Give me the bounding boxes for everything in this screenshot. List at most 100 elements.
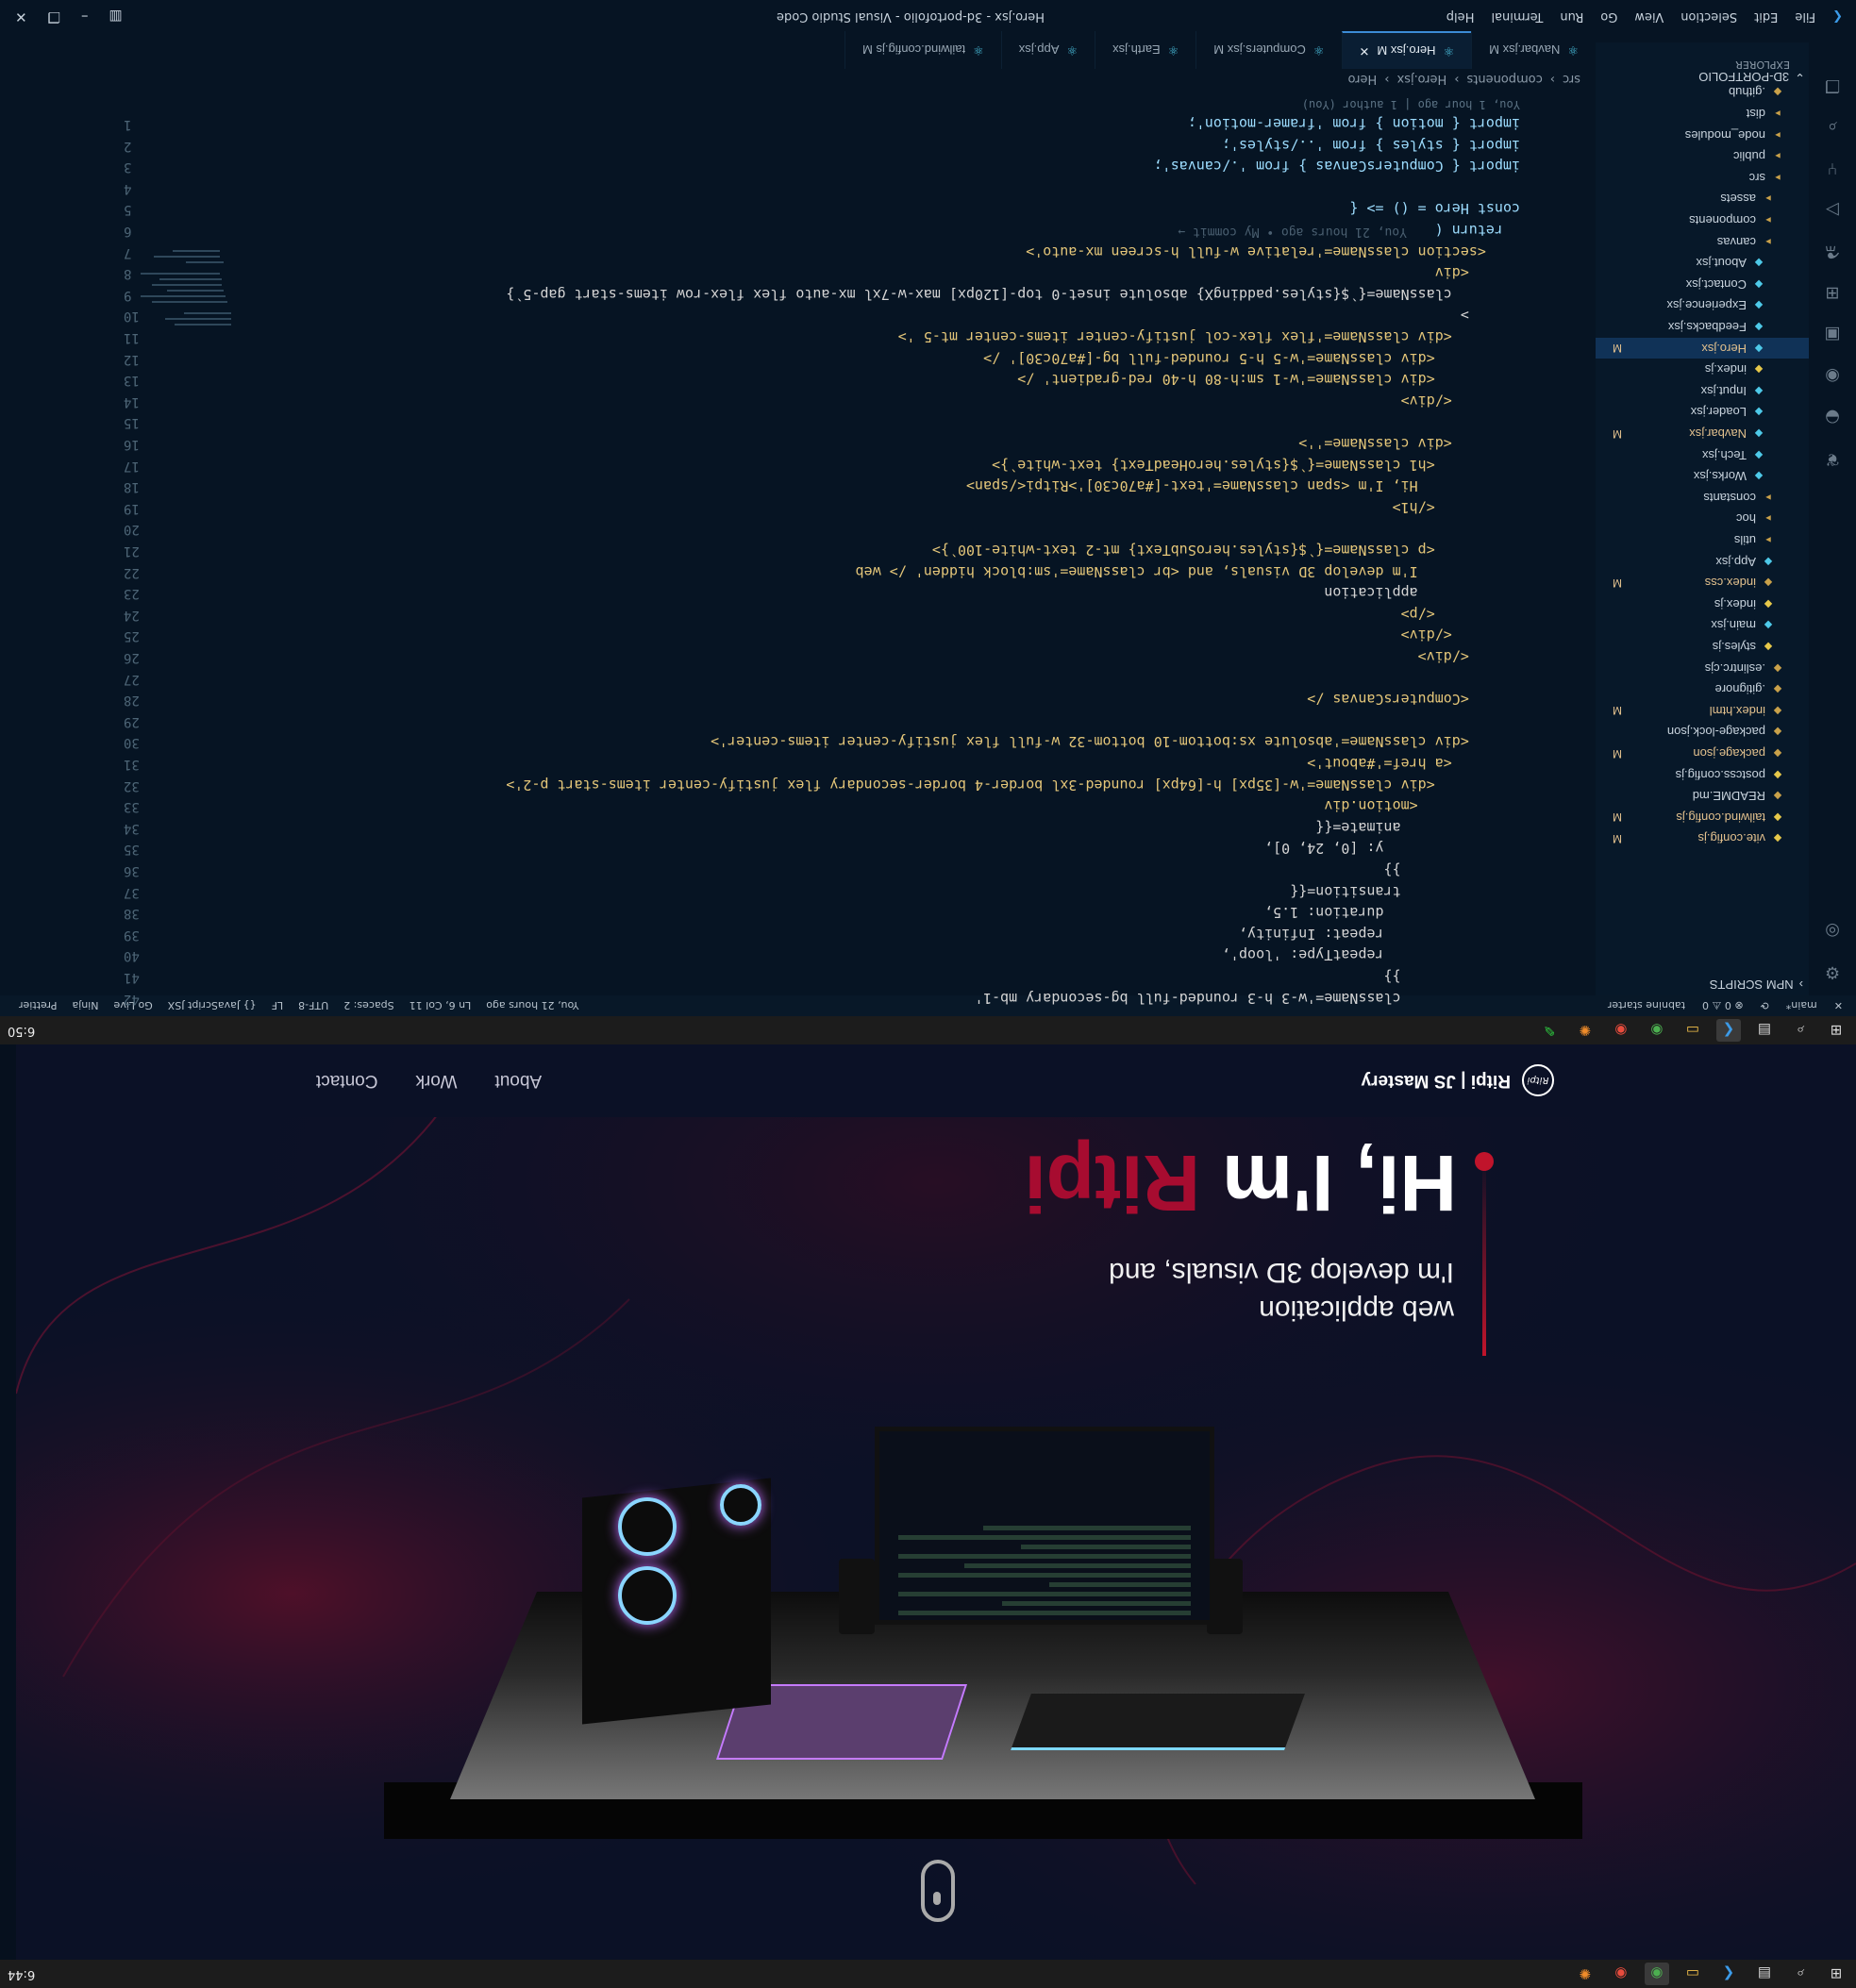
tree-item[interactable]: ◆ Tech.jsx bbox=[1596, 444, 1809, 465]
scroll-indicator[interactable] bbox=[921, 1860, 955, 1922]
tree-item[interactable]: ◆ App.jsx bbox=[1596, 551, 1809, 572]
breadcrumb-components[interactable]: components bbox=[1466, 73, 1542, 87]
tree-item[interactable]: ◆ Input.jsx bbox=[1596, 380, 1809, 401]
tree-item[interactable]: ▸ constants bbox=[1596, 487, 1809, 508]
tree-item[interactable]: ◆ Experience.jsx bbox=[1596, 295, 1809, 316]
tree-item[interactable]: ◆ Loader.jsx bbox=[1596, 402, 1809, 423]
menu-file[interactable]: File bbox=[1795, 9, 1815, 24]
windows-icon[interactable]: ⊞ bbox=[1824, 1963, 1848, 1985]
editor-tab[interactable]: ⚛ Navbar.jsx M bbox=[1471, 31, 1596, 69]
tree-item[interactable]: ◆ index.html M bbox=[1596, 700, 1809, 721]
chrome-alt-icon[interactable]: ◉ bbox=[1609, 1963, 1633, 1985]
menu-go[interactable]: Go bbox=[1600, 9, 1617, 24]
search-icon[interactable]: ⌕ bbox=[1818, 109, 1847, 137]
tabnine-status[interactable]: tabnine starter bbox=[1608, 1000, 1685, 1012]
nav-about[interactable]: About bbox=[494, 1070, 542, 1091]
leaf-icon[interactable]: ❦ bbox=[1818, 441, 1847, 469]
files-icon[interactable]: ▤ bbox=[1752, 1963, 1777, 1985]
tree-item[interactable]: ◆ .gitignore bbox=[1596, 679, 1809, 700]
settings-icon[interactable]: ⚙ bbox=[1818, 954, 1847, 982]
codelens-blame[interactable]: You, 1 hour ago | 1 author (You) bbox=[1302, 98, 1520, 111]
layout-icon[interactable]: ▥ bbox=[109, 8, 123, 25]
chrome-icon[interactable]: ◉ bbox=[1645, 1019, 1669, 1042]
remote-explorer-icon[interactable]: ▣ bbox=[1818, 316, 1847, 344]
tree-item[interactable]: ▸ canvas bbox=[1596, 231, 1809, 252]
blame-status[interactable]: You, 21 hours ago bbox=[486, 1000, 578, 1012]
tree-item[interactable]: ◆ .eslintrc.cjs bbox=[1596, 658, 1809, 678]
account-icon[interactable]: ◎ bbox=[1818, 912, 1847, 941]
tree-item[interactable]: ◆ Contact.jsx bbox=[1596, 274, 1809, 294]
tree-item[interactable]: ◆ Navbar.jsx M bbox=[1596, 424, 1809, 444]
ninja-status[interactable]: Ninja bbox=[72, 1000, 98, 1012]
source-control-icon[interactable]: ⑂ bbox=[1818, 150, 1847, 178]
tree-item[interactable]: ◆ index.js bbox=[1596, 359, 1809, 380]
close-tab-icon[interactable]: ✕ bbox=[1360, 43, 1370, 58]
editor-tab[interactable]: ⚛ App.jsx bbox=[1000, 31, 1095, 69]
breadcrumb-symbol[interactable]: Hero bbox=[1348, 73, 1378, 87]
npm-scripts-header[interactable]: › NPM SCRIPTS bbox=[1710, 975, 1803, 995]
vscode-icon[interactable]: ❮ bbox=[1716, 1963, 1741, 1985]
editor-tab[interactable]: ⚛ tailwind.config.js M bbox=[844, 31, 1001, 69]
eol-status[interactable]: LF bbox=[272, 1000, 283, 1012]
tree-item[interactable]: ◆ package-lock.json bbox=[1596, 722, 1809, 743]
explorer-icon[interactable]: ▭ bbox=[1680, 1019, 1705, 1042]
tree-item[interactable]: ◆ Works.jsx bbox=[1596, 466, 1809, 487]
tree-item[interactable]: ▸ utils bbox=[1596, 530, 1809, 551]
tree-item[interactable]: ◆ Feedbacks.jsx bbox=[1596, 317, 1809, 338]
editor-tab[interactable]: ⚛ Earth.jsx bbox=[1095, 31, 1196, 69]
menu-help[interactable]: Help bbox=[1446, 9, 1475, 24]
nav-contact[interactable]: Contact bbox=[316, 1070, 377, 1091]
nav-work[interactable]: Work bbox=[415, 1070, 457, 1091]
problems-status[interactable]: ⊗ 0 ⚠ 0 bbox=[1702, 1000, 1744, 1012]
breadcrumb-file[interactable]: Hero.jsx bbox=[1397, 73, 1447, 87]
restore-icon[interactable]: ❐ bbox=[48, 8, 60, 25]
windows-icon[interactable]: ⊞ bbox=[1824, 1019, 1848, 1042]
cursor-position[interactable]: Ln 6, Col 11 bbox=[410, 1000, 472, 1012]
close-icon[interactable]: ✕ bbox=[15, 8, 27, 25]
encoding-status[interactable]: UTF-8 bbox=[298, 1000, 328, 1012]
tree-item[interactable]: ▸ src bbox=[1596, 167, 1809, 188]
sync-icon[interactable]: ⟳ bbox=[1761, 1000, 1769, 1012]
logo[interactable]: Ritpi Ritpi | JS Mastery bbox=[1362, 1064, 1554, 1096]
tree-item[interactable]: ◆ main.jsx bbox=[1596, 615, 1809, 636]
branch-status[interactable]: main* bbox=[1786, 1000, 1817, 1012]
minimize-icon[interactable]: – bbox=[81, 8, 89, 25]
menu-selection[interactable]: Selection bbox=[1680, 9, 1737, 24]
tree-item[interactable]: ◆ index.css M bbox=[1596, 573, 1809, 593]
tree-item[interactable]: ◆ tailwind.config.js M bbox=[1596, 807, 1809, 827]
tree-item[interactable]: ▸ public bbox=[1596, 146, 1809, 167]
chrome-alt-icon[interactable]: ◉ bbox=[1609, 1019, 1633, 1042]
vscode-icon[interactable]: ❮ bbox=[1716, 1019, 1741, 1042]
indent-status[interactable]: Spaces: 2 bbox=[343, 1000, 393, 1012]
menu-view[interactable]: View bbox=[1634, 9, 1664, 24]
notepad-icon[interactable]: ✎ bbox=[1537, 1019, 1562, 1042]
code-editor[interactable]: 1 import { motion } from 'framer-motion';… bbox=[124, 90, 1596, 1007]
tree-item[interactable]: ▸ components bbox=[1596, 210, 1809, 231]
github-icon[interactable]: ◉ bbox=[1818, 358, 1847, 386]
tree-item[interactable]: ▸ assets bbox=[1596, 189, 1809, 209]
editor-tab[interactable]: ⚛ Hero.jsx M ✕ bbox=[1341, 31, 1472, 69]
menu-terminal[interactable]: Terminal bbox=[1491, 9, 1543, 24]
close-remote-icon[interactable]: ✕ bbox=[1834, 1000, 1843, 1012]
tree-item[interactable]: ▸ node_modules bbox=[1596, 125, 1809, 145]
files-icon[interactable]: ▤ bbox=[1752, 1019, 1777, 1042]
docker-icon[interactable]: ◒ bbox=[1818, 399, 1847, 427]
breadcrumb-src[interactable]: src bbox=[1563, 73, 1580, 87]
run-debug-icon[interactable]: ▷ bbox=[1818, 192, 1847, 220]
chrome-icon[interactable]: ◉ bbox=[1645, 1963, 1669, 1985]
language-status[interactable]: {} JavaScript JSX bbox=[168, 1000, 257, 1012]
tree-item[interactable]: ◆ Hero.jsx M bbox=[1596, 338, 1809, 359]
menu-edit[interactable]: Edit bbox=[1754, 9, 1778, 24]
extensions-icon[interactable]: ⊞ bbox=[1818, 275, 1847, 303]
tree-item[interactable]: ◆ styles.js bbox=[1596, 637, 1809, 658]
blender-icon[interactable]: ✺ bbox=[1573, 1019, 1597, 1042]
search-icon[interactable]: ⌕ bbox=[1788, 1963, 1813, 1985]
tree-item[interactable]: ◆ vite.config.js M bbox=[1596, 828, 1809, 849]
tree-item[interactable]: ◆ README.md bbox=[1596, 786, 1809, 807]
explorer-icon[interactable]: ▭ bbox=[1680, 1963, 1705, 1985]
tree-item[interactable]: ▸ hoc bbox=[1596, 509, 1809, 529]
menu-run[interactable]: Run bbox=[1560, 9, 1583, 24]
minimap[interactable] bbox=[133, 90, 237, 335]
tree-item[interactable]: ◆ postcss.config.js bbox=[1596, 764, 1809, 785]
prettier-status[interactable]: Prettier bbox=[19, 1000, 57, 1012]
